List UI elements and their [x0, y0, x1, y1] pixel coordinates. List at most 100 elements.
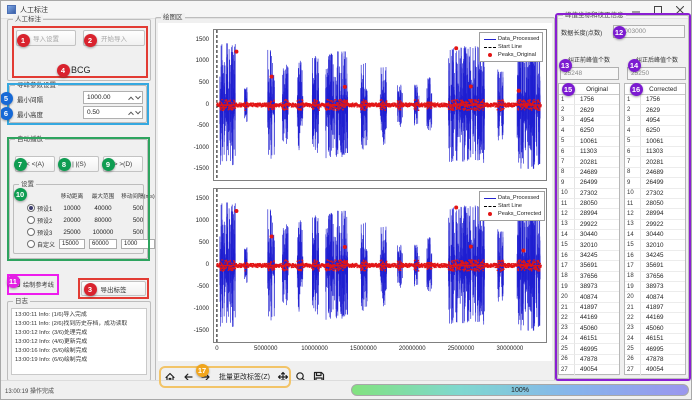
peak-table-row[interactable]: 22629 — [559, 105, 619, 115]
peak-table-row[interactable]: 2040874 — [625, 292, 685, 302]
legend-entry: Data_Processed — [498, 36, 539, 42]
spin-down-icon[interactable] — [135, 93, 141, 99]
spin-up-icon[interactable] — [128, 111, 134, 117]
peak-table-row[interactable]: 720281 — [559, 157, 619, 167]
peak-table-row[interactable]: 1228994 — [625, 209, 685, 219]
progress-bar: 100% — [351, 384, 689, 396]
preset-radio[interactable] — [27, 240, 35, 248]
legend-line-swatch — [483, 39, 496, 40]
peak-table-row[interactable]: 2647878 — [625, 355, 685, 365]
peak-table-row[interactable]: 22629 — [625, 105, 685, 115]
preset-column-header: 移动间隔(ms) — [119, 192, 157, 202]
peak-table-row[interactable]: 1837656 — [559, 272, 619, 282]
peak-table-row[interactable]: 2546995 — [625, 344, 685, 354]
peak-table-row[interactable]: 1532010 — [559, 240, 619, 250]
som-badge-2: 2 — [84, 34, 97, 47]
custom-value-input[interactable]: 60000 — [89, 239, 117, 249]
custom-value-input[interactable]: 1000 — [121, 239, 155, 249]
peak-table-row[interactable]: 46250 — [559, 126, 619, 136]
peak-table-row[interactable]: 1027302 — [559, 189, 619, 199]
peak-table-row[interactable]: 2446151 — [625, 334, 685, 344]
min-height-spinbox[interactable]: 0.50 — [83, 106, 143, 119]
peak-table-row[interactable]: 1735691 — [625, 261, 685, 271]
row-index: 16 — [559, 251, 575, 261]
peak-table-row[interactable]: 34954 — [559, 116, 619, 126]
peak-table-row[interactable]: 926499 — [625, 178, 685, 188]
row-index: 13 — [559, 220, 575, 230]
peak-table-row[interactable]: 1735691 — [559, 261, 619, 271]
log-box[interactable]: 13:00:11 Info: (1/6)导入完成13:00:11 Info: (… — [11, 308, 147, 375]
preset-row: 预设325000100000500 — [27, 226, 145, 238]
peak-table-row[interactable]: 2141897 — [625, 303, 685, 313]
peak-table-row[interactable]: 2345060 — [559, 324, 619, 334]
peak-table-row[interactable]: 1634245 — [559, 251, 619, 261]
preset-row: 预设11000040000500 — [27, 202, 145, 214]
peak-table-row[interactable]: 11756 — [625, 95, 685, 105]
preset-value: 25000 — [57, 229, 87, 236]
peak-table-row[interactable]: 824689 — [625, 168, 685, 178]
spin-down-icon[interactable] — [135, 108, 141, 114]
group-autoplay-title: 自动播放 — [15, 135, 45, 144]
peak-table-row[interactable]: 926499 — [559, 178, 619, 188]
peak-table-row[interactable]: 1837656 — [625, 272, 685, 282]
peak-table-row[interactable]: 46250 — [625, 126, 685, 136]
preset-value: 500 — [119, 229, 157, 236]
min-interval-spinbox[interactable]: 1000.00 — [83, 91, 143, 104]
peak-table-row[interactable]: 2749054 — [559, 365, 619, 375]
peak-table-row[interactable]: 1430440 — [625, 230, 685, 240]
peak-table-row[interactable]: 2345060 — [625, 324, 685, 334]
custom-value-input[interactable]: 15000 — [59, 239, 85, 249]
y-tick-label: 1500 — [179, 196, 209, 203]
peak-table-row[interactable]: 1430440 — [559, 230, 619, 240]
spin-up-icon[interactable] — [128, 96, 134, 102]
peak-table-row[interactable]: 2446151 — [559, 334, 619, 344]
peak-table-row[interactable]: 2141897 — [559, 303, 619, 313]
preset-value: 10000 — [57, 205, 87, 212]
peak-value: 38973 — [641, 282, 685, 292]
peak-table-row[interactable]: 1027302 — [625, 189, 685, 199]
legend-line-swatch — [483, 198, 496, 199]
peak-table-row[interactable]: 1938973 — [625, 282, 685, 292]
peak-table-row[interactable]: 2749054 — [625, 365, 685, 375]
peak-table-row[interactable]: 1128050 — [559, 199, 619, 209]
peak-table-row[interactable]: 1532010 — [625, 240, 685, 250]
preset-radio[interactable] — [27, 204, 35, 212]
row-index: 11 — [559, 199, 575, 209]
peak-table-row[interactable]: 611303 — [559, 147, 619, 157]
row-index: 3 — [625, 116, 641, 126]
preset-label: 预设3 — [37, 228, 52, 237]
log-line: 13:00:16 Info: (5/6)绘制完成 — [15, 347, 143, 356]
peak-table-row[interactable]: 34954 — [625, 116, 685, 126]
peak-table-row[interactable]: 1634245 — [625, 251, 685, 261]
peak-table-row[interactable]: 11756 — [559, 95, 619, 105]
peak-value: 27302 — [575, 189, 619, 199]
peak-table-row[interactable]: 824689 — [559, 168, 619, 178]
peak-table-row[interactable]: 1329922 — [559, 220, 619, 230]
peak-table-row[interactable]: 2546995 — [559, 344, 619, 354]
peak-table-row[interactable]: 720281 — [625, 157, 685, 167]
preset-radio[interactable] — [27, 216, 35, 224]
preset-radio[interactable] — [27, 228, 35, 236]
peak-table-row[interactable]: 2244169 — [625, 313, 685, 323]
preset-row: 自定义15000600001000 — [27, 238, 145, 250]
corrected-peaks-table: Corrected 117562262934954462505100616113… — [624, 83, 686, 375]
y-tick-label: -500 — [179, 284, 209, 291]
peak-table-row[interactable]: 2040874 — [559, 292, 619, 302]
peak-table-row[interactable]: 510061 — [559, 137, 619, 147]
data-length-label: 数据长度(点数) — [561, 28, 602, 37]
peak-table-row[interactable]: 1228994 — [559, 209, 619, 219]
peak-table-row[interactable]: 2647878 — [559, 355, 619, 365]
som-badge-5: 5 — [0, 92, 13, 105]
peak-table-row[interactable]: 2244169 — [559, 313, 619, 323]
y-tick-label: 1000 — [179, 58, 209, 65]
row-index: 13 — [625, 220, 641, 230]
peak-table-row[interactable]: 1128050 — [625, 199, 685, 209]
preset-label: 自定义 — [37, 240, 55, 249]
peak-table-row[interactable]: 611303 — [625, 147, 685, 157]
peak-table-row[interactable]: 1938973 — [559, 282, 619, 292]
legend-entry: Data_Processed — [498, 195, 539, 201]
y-tick-label: -500 — [179, 123, 209, 130]
peak-table-row[interactable]: 510061 — [625, 137, 685, 147]
row-index: 20 — [559, 292, 575, 302]
peak-table-row[interactable]: 1329922 — [625, 220, 685, 230]
